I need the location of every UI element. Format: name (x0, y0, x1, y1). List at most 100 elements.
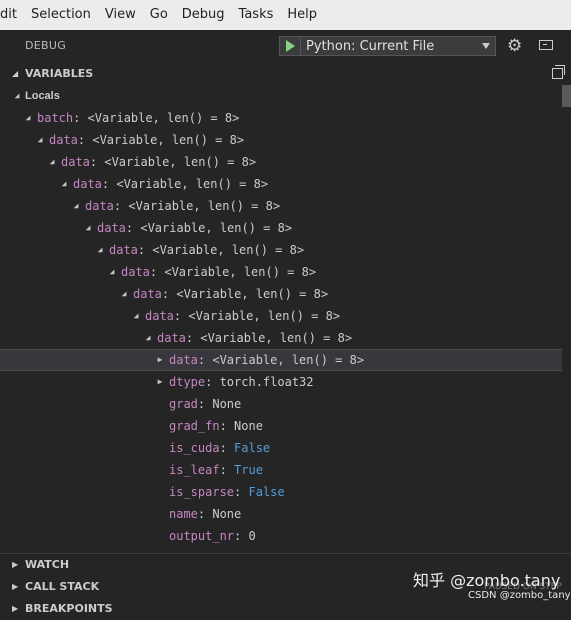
menu-item-help[interactable]: Help (280, 0, 324, 30)
scrollbar[interactable] (562, 85, 571, 550)
variable-row[interactable]: is_leaf: True (0, 459, 571, 481)
variable-name: is_leaf (169, 463, 220, 477)
variable-row[interactable]: ◢ data: <Variable, len() = 8> (0, 217, 571, 239)
variable-value: None (212, 397, 242, 411)
variable-value: <Variable, len() = 8> (176, 287, 329, 301)
collapse-all-icon[interactable] (552, 65, 565, 79)
variable-row[interactable]: ◢ data: <Variable, len() = 8> (0, 283, 571, 305)
variable-row[interactable]: ◢ data: <Variable, len() = 8> (0, 151, 571, 173)
chevron-down-icon[interactable]: ◢ (95, 239, 105, 261)
debug-toolbar: DEBUG Python: Current File ⚙ (0, 30, 571, 62)
csdn-watermark: CSDN @zombo_tany (468, 590, 571, 601)
variable-row[interactable]: ▶ dtype: torch.float32 (0, 371, 571, 393)
variable-name: data (109, 243, 138, 257)
variable-name: data (97, 221, 126, 235)
variable-name: data (157, 331, 186, 345)
chevron-down-icon[interactable]: ◢ (23, 107, 33, 129)
variable-value: None (212, 507, 242, 521)
menu-item-dit[interactable]: dit (0, 0, 24, 30)
variable-row[interactable]: ◢ batch: <Variable, len() = 8> (0, 107, 571, 129)
variable-value: True (234, 463, 263, 477)
variable-value: <Variable, len() = 8> (104, 155, 257, 169)
variable-row[interactable]: ▶ data: <Variable, len() = 8> (0, 349, 571, 371)
call-stack-header-label: CALL STACK (25, 580, 100, 593)
chevron-down-icon[interactable]: ◢ (131, 305, 141, 327)
variables-tree: ◢ Locals ◢ batch: <Variable, len() = 8> ◢ d… (0, 85, 571, 550)
chevron-right-icon: ▶ (12, 560, 19, 569)
menu-item-tasks[interactable]: Tasks (232, 0, 281, 30)
chevron-down-icon[interactable]: ◢ (35, 129, 45, 151)
menu-item-view[interactable]: View (98, 0, 143, 30)
watch-header-label: WATCH (25, 558, 70, 571)
console-icon[interactable] (539, 40, 553, 50)
variable-row[interactable]: is_cuda: False (0, 437, 571, 459)
menu-item-debug[interactable]: Debug (175, 0, 232, 30)
variable-name: data (49, 133, 78, 147)
menu-bar: dit Selection View Go Debug Tasks Help (0, 0, 571, 30)
variable-name: data (145, 309, 174, 323)
chevron-down-icon[interactable]: ◢ (107, 261, 117, 283)
variable-value: False (248, 485, 285, 499)
menu-item-selection[interactable]: Selection (24, 0, 98, 30)
scrollbar-thumb[interactable] (562, 85, 571, 107)
variable-row[interactable]: grad: None (0, 393, 571, 415)
variable-value: <Variable, len() = 8> (164, 265, 317, 279)
variable-value: None (234, 419, 263, 433)
variable-row[interactable]: ◢ data: <Variable, len() = 8> (0, 129, 571, 151)
variable-name: data (121, 265, 150, 279)
variable-name: output_nr (169, 529, 235, 543)
variable-value: <Variable, len() = 8> (212, 353, 365, 367)
variable-row[interactable]: ◢ data: <Variable, len() = 8> (0, 305, 571, 327)
launch-config-name: Python: Current File (306, 38, 435, 54)
variable-name: data (73, 177, 102, 191)
variable-row[interactable]: ◢ data: <Variable, len() = 8> (0, 239, 571, 261)
variable-value: <Variable, len() = 8> (87, 111, 240, 125)
chevron-right-icon: ▶ (12, 582, 19, 591)
variable-row[interactable]: ◢ data: <Variable, len() = 8> (0, 261, 571, 283)
variable-value: <Variable, len() = 8> (152, 243, 305, 257)
gear-icon[interactable]: ⚙ (507, 36, 522, 56)
variable-name: data (169, 353, 198, 367)
variable-name: is_sparse (169, 485, 235, 499)
variable-name: batch (37, 111, 74, 125)
zhihu-watermark: 知乎 @zombo.tany (413, 571, 561, 590)
chevron-down-icon[interactable] (482, 43, 490, 49)
variable-name: data (133, 287, 162, 301)
start-debugging-button[interactable] (280, 37, 301, 55)
launch-config-select[interactable]: Python: Current File (279, 36, 496, 56)
locals-label: Locals (25, 90, 60, 102)
variable-row[interactable]: ◢ data: <Variable, len() = 8> (0, 173, 571, 195)
chevron-down-icon[interactable]: ◢ (143, 327, 153, 349)
chevron-down-icon: ◢ (14, 91, 20, 100)
locals-scope[interactable]: ◢ Locals (0, 85, 571, 107)
variable-value: <Variable, len() = 8> (188, 309, 341, 323)
chevron-down-icon[interactable]: ◢ (59, 173, 69, 195)
variable-row[interactable]: output_nr: 0 (0, 525, 571, 547)
play-icon (285, 40, 295, 52)
breakpoints-header-label: BREAKPOINTS (25, 602, 113, 615)
variable-row[interactable]: is_sparse: False (0, 481, 571, 503)
variable-name: dtype (169, 375, 206, 389)
variable-row[interactable]: ◢ data: <Variable, len() = 8> (0, 327, 571, 349)
variable-row[interactable]: name: None (0, 503, 571, 525)
variable-name: data (61, 155, 90, 169)
variable-value: 0 (248, 529, 256, 543)
variables-section-header[interactable]: ◢ VARIABLES (0, 63, 571, 85)
variable-row[interactable]: grad_fn: None (0, 415, 571, 437)
chevron-down-icon[interactable]: ◢ (47, 151, 57, 173)
chevron-down-icon[interactable]: ◢ (71, 195, 81, 217)
variable-row[interactable]: ◢ data: <Variable, len() = 8> (0, 195, 571, 217)
variable-value: <Variable, len() = 8> (200, 331, 353, 345)
debug-title: DEBUG (25, 39, 67, 52)
chevron-down-icon: ◢ (12, 69, 19, 78)
variable-name: grad_fn (169, 419, 220, 433)
chevron-right-icon[interactable]: ▶ (155, 350, 165, 370)
variable-value: torch.float32 (219, 375, 314, 389)
menu-item-go[interactable]: Go (143, 0, 175, 30)
variable-value: <Variable, len() = 8> (92, 133, 245, 147)
chevron-down-icon[interactable]: ◢ (83, 217, 93, 239)
breakpoints-section-header[interactable]: ▶ BREAKPOINTS (0, 598, 571, 620)
chevron-right-icon[interactable]: ▶ (155, 371, 165, 393)
chevron-down-icon[interactable]: ◢ (119, 283, 129, 305)
chevron-right-icon: ▶ (12, 604, 19, 613)
